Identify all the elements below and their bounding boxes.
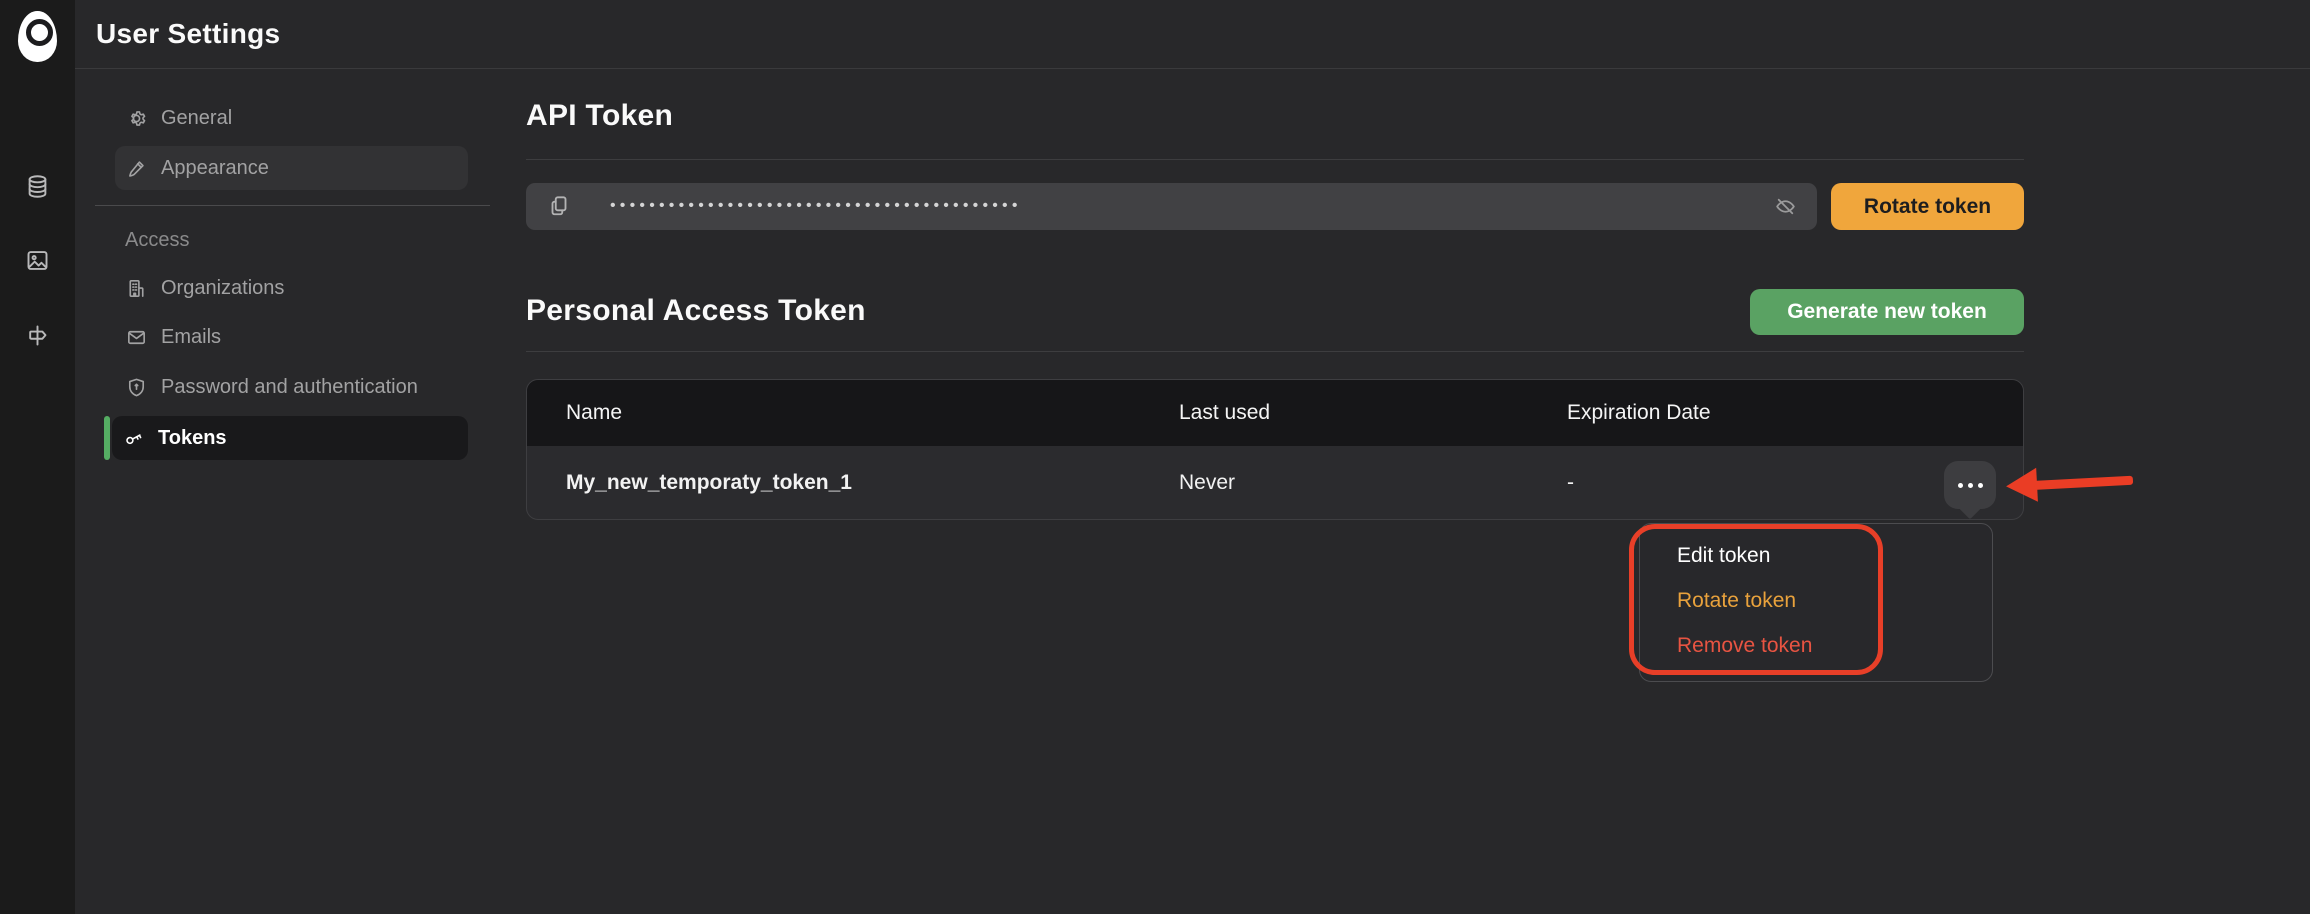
page-title: User Settings (96, 18, 281, 49)
signpost-icon[interactable] (24, 322, 51, 349)
app-rail (0, 0, 75, 914)
section-divider (526, 351, 2024, 352)
menu-item-remove-token[interactable]: Remove token (1677, 631, 1992, 661)
sidebar-item-label: Appearance (161, 156, 269, 179)
gear-icon (125, 107, 148, 130)
api-token-heading: API Token (526, 99, 674, 132)
nav-divider (95, 205, 490, 206)
menu-item-rotate-token[interactable]: Rotate token (1677, 586, 1992, 616)
shield-icon (125, 376, 148, 399)
active-nav-indicator (104, 416, 110, 460)
nav-section-access: Access (125, 229, 190, 251)
paintbrush-icon (125, 157, 148, 180)
table-row[interactable]: My_new_temporaty_token_1 Never - (527, 446, 2023, 519)
ellipsis-icon (1977, 482, 1983, 488)
top-bar: User Settings (75, 0, 2310, 69)
menu-item-edit-token[interactable]: Edit token (1677, 541, 1992, 571)
sidebar-item-label: Emails (161, 325, 222, 348)
table-header-row: Name Last used Expiration Date (527, 380, 2023, 446)
column-header-expiration-date: Expiration Date (1567, 401, 1711, 424)
annotation-arrow (2005, 463, 2137, 504)
sidebar-item-organizations[interactable]: Organizations (115, 266, 468, 310)
section-divider (526, 159, 2024, 160)
ellipsis-icon (1967, 482, 1973, 488)
sidebar-item-label: Password and authentication (161, 375, 418, 398)
sidebar-item-general[interactable]: General (115, 96, 468, 140)
sidebar-item-password[interactable]: Password and authentication (115, 365, 468, 409)
user-settings-page: { "topbar": { "title": "User Settings" }… (0, 0, 2310, 914)
column-header-name: Name (566, 401, 623, 424)
row-actions-dropdown: Edit token Rotate token Remove token (1639, 523, 1993, 682)
column-header-last-used: Last used (1179, 401, 1271, 424)
sidebar-item-emails[interactable]: Emails (115, 315, 468, 359)
app-logo[interactable] (18, 11, 57, 62)
ellipsis-icon (1957, 482, 1963, 488)
api-token-field[interactable]: ••••••••••••••••••••••••••••••••••••••••… (526, 183, 1817, 230)
token-name-cell: My_new_temporaty_token_1 (566, 470, 852, 494)
masked-token-value: ••••••••••••••••••••••••••••••••••••••••… (610, 197, 1022, 214)
arrow-shaft (2033, 475, 2134, 490)
copy-icon[interactable] (546, 193, 572, 219)
building-icon (125, 277, 148, 300)
sidebar-item-tokens[interactable]: Tokens (112, 416, 468, 460)
key-icon (122, 427, 145, 450)
envelope-icon (125, 326, 148, 349)
personal-access-token-heading: Personal Access Token (526, 294, 866, 327)
sidebar-item-appearance[interactable]: Appearance (115, 146, 468, 190)
sidebar-item-label: General (161, 106, 233, 129)
sidebar-item-label: Organizations (161, 276, 285, 299)
images-icon[interactable] (24, 247, 51, 274)
database-icon[interactable] (24, 173, 51, 200)
tokens-table: Name Last used Expiration Date My_new_te… (526, 379, 2024, 520)
logo-ring-icon (26, 19, 53, 46)
eye-off-icon[interactable] (1773, 194, 1798, 219)
sidebar-item-label: Tokens (158, 426, 227, 449)
token-last-used-cell: Never (1179, 470, 1236, 494)
generate-new-token-button[interactable]: Generate new token (1750, 289, 2024, 335)
rotate-token-button[interactable]: Rotate token (1831, 183, 2024, 230)
